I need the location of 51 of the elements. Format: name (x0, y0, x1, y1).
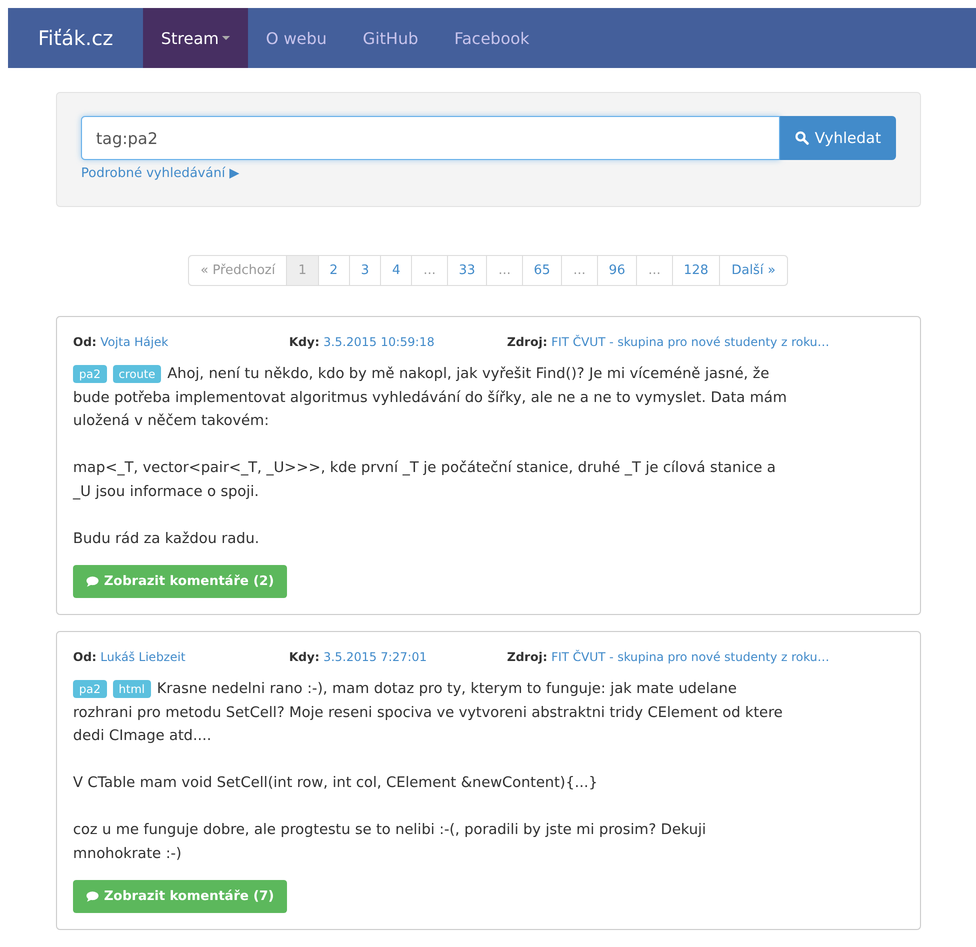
nav-link[interactable]: Stream (143, 8, 248, 68)
post-text: dedi CImage atd.... (73, 728, 212, 744)
date-link[interactable]: 3.5.2015 7:27:01 (323, 650, 427, 664)
tag-label[interactable]: croute (112, 365, 162, 383)
nav-link[interactable]: GitHub (344, 8, 436, 68)
post-text: uložená v něčem takovém: (73, 413, 270, 429)
meta-label: Od: (73, 335, 97, 349)
search-button[interactable]: Vyhledat (780, 116, 896, 160)
show-comments-button[interactable]: Zobrazit komentáře (2) (73, 565, 288, 598)
show-comments-button[interactable]: Zobrazit komentáře (7) (73, 880, 288, 913)
tag-label[interactable]: pa2 (73, 680, 107, 698)
post-text: V CTable mam void SetCell(int row, int col, CElement &newContent){...} (73, 775, 598, 791)
meta-label: Kdy: (289, 650, 320, 664)
post-text: mnohokrate :-) (73, 846, 182, 862)
advanced-search-link[interactable]: Podrobné vyhledávání ▶ (81, 166, 240, 181)
nav-link[interactable]: O webu (248, 8, 345, 68)
meta-label: Zdroj: (507, 650, 548, 664)
page-link[interactable]: 128 (672, 255, 720, 286)
page-link[interactable]: 2 (318, 255, 350, 286)
post-text: rozhrani pro metodu SetCell? Moje reseni spociva ve vytvoreni abstraktni tridy CElement od ktere (73, 704, 783, 720)
post-text: coz u me funguje dobre, ale progtestu se to nelibi :-(, poradili by jste mi prosim? Dekuji (73, 822, 706, 838)
page-link[interactable]: 3 (348, 255, 382, 286)
meta-label: Od: (73, 650, 97, 664)
page-link[interactable]: 65 (522, 255, 562, 286)
search-icon (794, 131, 809, 145)
brand-link[interactable]: Fiťák.cz (8, 8, 143, 68)
post-text: Ahoj, není tu někdo, kdo by mě nakopl, jak vyřešit Find()? Je mi víceméně jasné, že (167, 366, 770, 382)
source-link[interactable]: FIT ČVUT - skupina pro nové studenty z roku… (551, 335, 830, 349)
post-text: Budu rád za každou radu. (73, 530, 260, 546)
speech-bubble-icon (86, 891, 99, 902)
page-link[interactable]: 4 (380, 255, 412, 286)
page-link[interactable]: 96 (596, 255, 638, 286)
tag-label[interactable]: pa2 (73, 365, 107, 383)
meta-label: Kdy: (289, 335, 320, 349)
post-text: map<_T, vector<pair<_T, _U>>>, kde první _T je počáteční stanice, druhé _T je cílová stanice a (73, 460, 776, 476)
page-link[interactable]: 1 (286, 255, 319, 286)
speech-bubble-icon (86, 576, 99, 587)
nav-link[interactable]: Facebook (436, 8, 548, 68)
source-link[interactable]: FIT ČVUT - skupina pro nové studenty z roku… (551, 650, 830, 664)
author-link[interactable]: Vojta Hájek (100, 335, 168, 349)
search-field[interactable]: tag:pa2 (81, 116, 780, 160)
post-text: bude potřeba implementovat algoritmus vyhledávání do šířky, ale ne a ne to vymyslet. Data mám (73, 390, 787, 406)
date-link[interactable]: 3.5.2015 10:59:18 (323, 335, 434, 349)
post-text: _U jsou informace o spoji. (73, 484, 259, 500)
page-link[interactable]: Další » (719, 255, 788, 286)
tag-label[interactable]: html (112, 680, 151, 698)
meta-label: Zdroj: (507, 335, 548, 349)
caret-icon (222, 36, 230, 40)
page-link[interactable]: 33 (446, 255, 488, 286)
author-link[interactable]: Lukáš Liebzeit (100, 650, 186, 664)
post-text: Krasne nedelni rano :-), mam dotaz pro ty, kterym to funguje: jak mate udelane (156, 681, 737, 697)
